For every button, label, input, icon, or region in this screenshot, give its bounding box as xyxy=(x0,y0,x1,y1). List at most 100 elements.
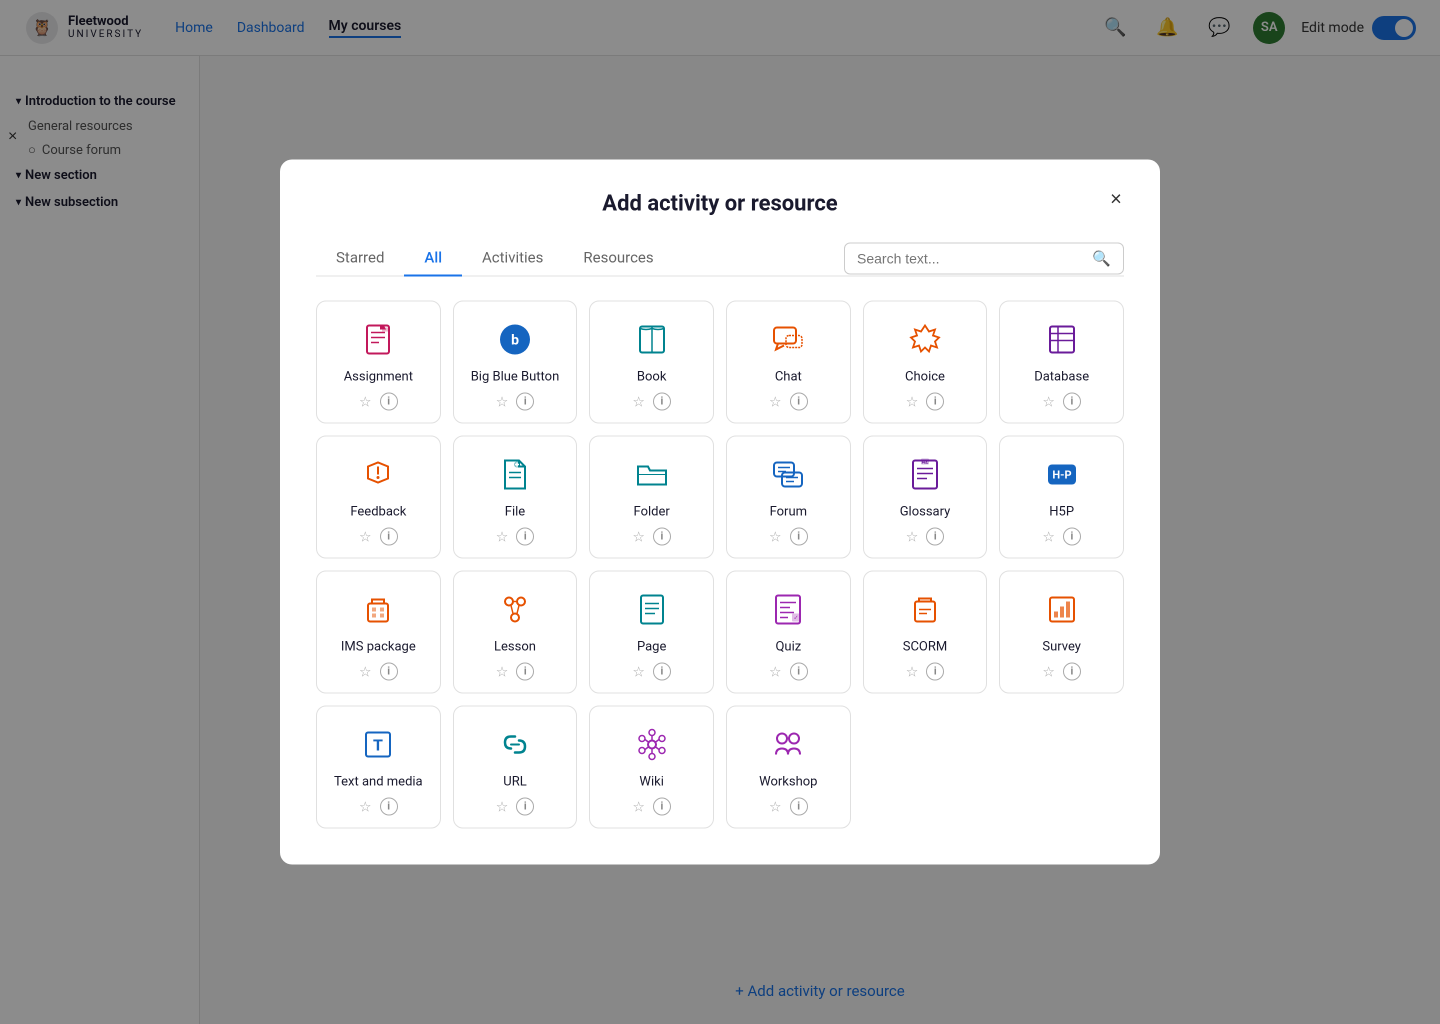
assignment-star-button[interactable]: ☆ xyxy=(359,393,372,410)
chat-star-button[interactable]: ☆ xyxy=(769,393,782,410)
scorm-icon xyxy=(903,588,947,632)
h5p-info-button[interactable]: i xyxy=(1063,528,1081,546)
activity-card-choice[interactable]: Choice ☆ i xyxy=(863,301,988,424)
glossary-info-button[interactable]: i xyxy=(926,528,944,546)
tabs-search-row: Starred All Activities Resources 🔍 xyxy=(316,241,1124,277)
activity-card-scorm[interactable]: SCORM ☆ i xyxy=(863,571,988,694)
quiz-info-button[interactable]: i xyxy=(790,663,808,681)
scorm-actions: ☆ i xyxy=(906,663,945,681)
activity-card-wiki[interactable]: Wiki ☆ i xyxy=(589,706,714,829)
chat-info-button[interactable]: i xyxy=(790,393,808,411)
activity-card-glossary[interactable]: AZ Glossary ☆ i xyxy=(863,436,988,559)
page-actions: ☆ i xyxy=(632,663,671,681)
workshop-label: Workshop xyxy=(759,775,817,790)
glossary-star-button[interactable]: ☆ xyxy=(906,528,919,545)
text-actions: ☆ i xyxy=(359,798,398,816)
lesson-label: Lesson xyxy=(494,640,536,655)
wiki-star-button[interactable]: ☆ xyxy=(632,798,645,815)
modal-tabs: Starred All Activities Resources xyxy=(316,241,674,276)
activity-card-database[interactable]: Database ☆ i xyxy=(999,301,1124,424)
tab-activities[interactable]: Activities xyxy=(462,241,563,277)
folder-label: Folder xyxy=(634,505,670,520)
database-star-button[interactable]: ☆ xyxy=(1042,393,1055,410)
svg-text:b: b xyxy=(511,333,519,349)
activity-card-assignment[interactable]: Assignment ☆ i xyxy=(316,301,441,424)
wiki-actions: ☆ i xyxy=(632,798,671,816)
tab-resources[interactable]: Resources xyxy=(563,241,673,277)
folder-info-button[interactable]: i xyxy=(653,528,671,546)
glossary-icon: AZ xyxy=(903,453,947,497)
scorm-label: SCORM xyxy=(903,640,947,655)
bigblue-star-button[interactable]: ☆ xyxy=(496,393,509,410)
bigblue-info-button[interactable]: i xyxy=(516,393,534,411)
activity-card-chat[interactable]: Chat ☆ i xyxy=(726,301,851,424)
database-info-button[interactable]: i xyxy=(1063,393,1081,411)
page-star-button[interactable]: ☆ xyxy=(632,663,645,680)
quiz-actions: ☆ i xyxy=(769,663,808,681)
forum-star-button[interactable]: ☆ xyxy=(769,528,782,545)
h5p-actions: ☆ i xyxy=(1042,528,1081,546)
activity-card-url[interactable]: URL ☆ i xyxy=(453,706,578,829)
activity-card-bigblue[interactable]: b Big Blue Button ☆ i xyxy=(453,301,578,424)
survey-icon xyxy=(1040,588,1084,632)
forum-actions: ☆ i xyxy=(769,528,808,546)
survey-label: Survey xyxy=(1042,640,1081,655)
wiki-icon xyxy=(630,723,674,767)
folder-star-button[interactable]: ☆ xyxy=(632,528,645,545)
search-input[interactable] xyxy=(857,250,1084,266)
book-star-button[interactable]: ☆ xyxy=(632,393,645,410)
modal-header: Add activity or resource × xyxy=(316,192,1124,217)
ims-star-button[interactable]: ☆ xyxy=(359,663,372,680)
activity-card-book[interactable]: Book ☆ i xyxy=(589,301,714,424)
choice-info-button[interactable]: i xyxy=(926,393,944,411)
activity-card-folder[interactable]: Folder ☆ i xyxy=(589,436,714,559)
file-star-button[interactable]: ☆ xyxy=(496,528,509,545)
ims-info-button[interactable]: i xyxy=(380,663,398,681)
scorm-info-button[interactable]: i xyxy=(926,663,944,681)
workshop-info-button[interactable]: i xyxy=(790,798,808,816)
scorm-star-button[interactable]: ☆ xyxy=(906,663,919,680)
svg-text:H-P: H-P xyxy=(1052,469,1071,482)
ims-label: IMS package xyxy=(341,640,416,655)
tab-all[interactable]: All xyxy=(404,241,462,277)
lesson-info-button[interactable]: i xyxy=(516,663,534,681)
file-info-button[interactable]: i xyxy=(516,528,534,546)
quiz-star-button[interactable]: ☆ xyxy=(769,663,782,680)
chat-label: Chat xyxy=(775,370,802,385)
feedback-star-button[interactable]: ☆ xyxy=(359,528,372,545)
text-info-button[interactable]: i xyxy=(380,798,398,816)
activity-card-workshop[interactable]: Workshop ☆ i xyxy=(726,706,851,829)
lesson-star-button[interactable]: ☆ xyxy=(496,663,509,680)
activity-card-page[interactable]: Page ☆ i xyxy=(589,571,714,694)
modal-close-button[interactable]: × xyxy=(1100,184,1132,216)
activity-card-forum[interactable]: Forum ☆ i xyxy=(726,436,851,559)
assignment-info-button[interactable]: i xyxy=(380,393,398,411)
text-star-button[interactable]: ☆ xyxy=(359,798,372,815)
wiki-info-button[interactable]: i xyxy=(653,798,671,816)
activity-card-ims[interactable]: IMS package ☆ i xyxy=(316,571,441,694)
activity-card-survey[interactable]: Survey ☆ i xyxy=(999,571,1124,694)
feedback-info-button[interactable]: i xyxy=(380,528,398,546)
workshop-icon xyxy=(766,723,810,767)
activity-card-quiz[interactable]: ✓ Quiz ☆ i xyxy=(726,571,851,694)
survey-info-button[interactable]: i xyxy=(1063,663,1081,681)
activity-card-h5p[interactable]: H-P H5P ☆ i xyxy=(999,436,1124,559)
workshop-star-button[interactable]: ☆ xyxy=(769,798,782,815)
activity-card-text[interactable]: T Text and media ☆ i xyxy=(316,706,441,829)
activity-card-lesson[interactable]: Lesson ☆ i xyxy=(453,571,578,694)
workshop-actions: ☆ i xyxy=(769,798,808,816)
h5p-star-button[interactable]: ☆ xyxy=(1042,528,1055,545)
h5p-icon: H-P xyxy=(1040,453,1084,497)
url-star-button[interactable]: ☆ xyxy=(496,798,509,815)
text-label: Text and media xyxy=(334,775,423,790)
forum-info-button[interactable]: i xyxy=(790,528,808,546)
page-info-button[interactable]: i xyxy=(653,663,671,681)
choice-star-button[interactable]: ☆ xyxy=(906,393,919,410)
tab-starred[interactable]: Starred xyxy=(316,241,404,277)
activity-card-file[interactable]: File ☆ i xyxy=(453,436,578,559)
survey-star-button[interactable]: ☆ xyxy=(1042,663,1055,680)
url-info-button[interactable]: i xyxy=(516,798,534,816)
activity-card-feedback[interactable]: Feedback ☆ i xyxy=(316,436,441,559)
chat-icon xyxy=(766,318,810,362)
book-info-button[interactable]: i xyxy=(653,393,671,411)
